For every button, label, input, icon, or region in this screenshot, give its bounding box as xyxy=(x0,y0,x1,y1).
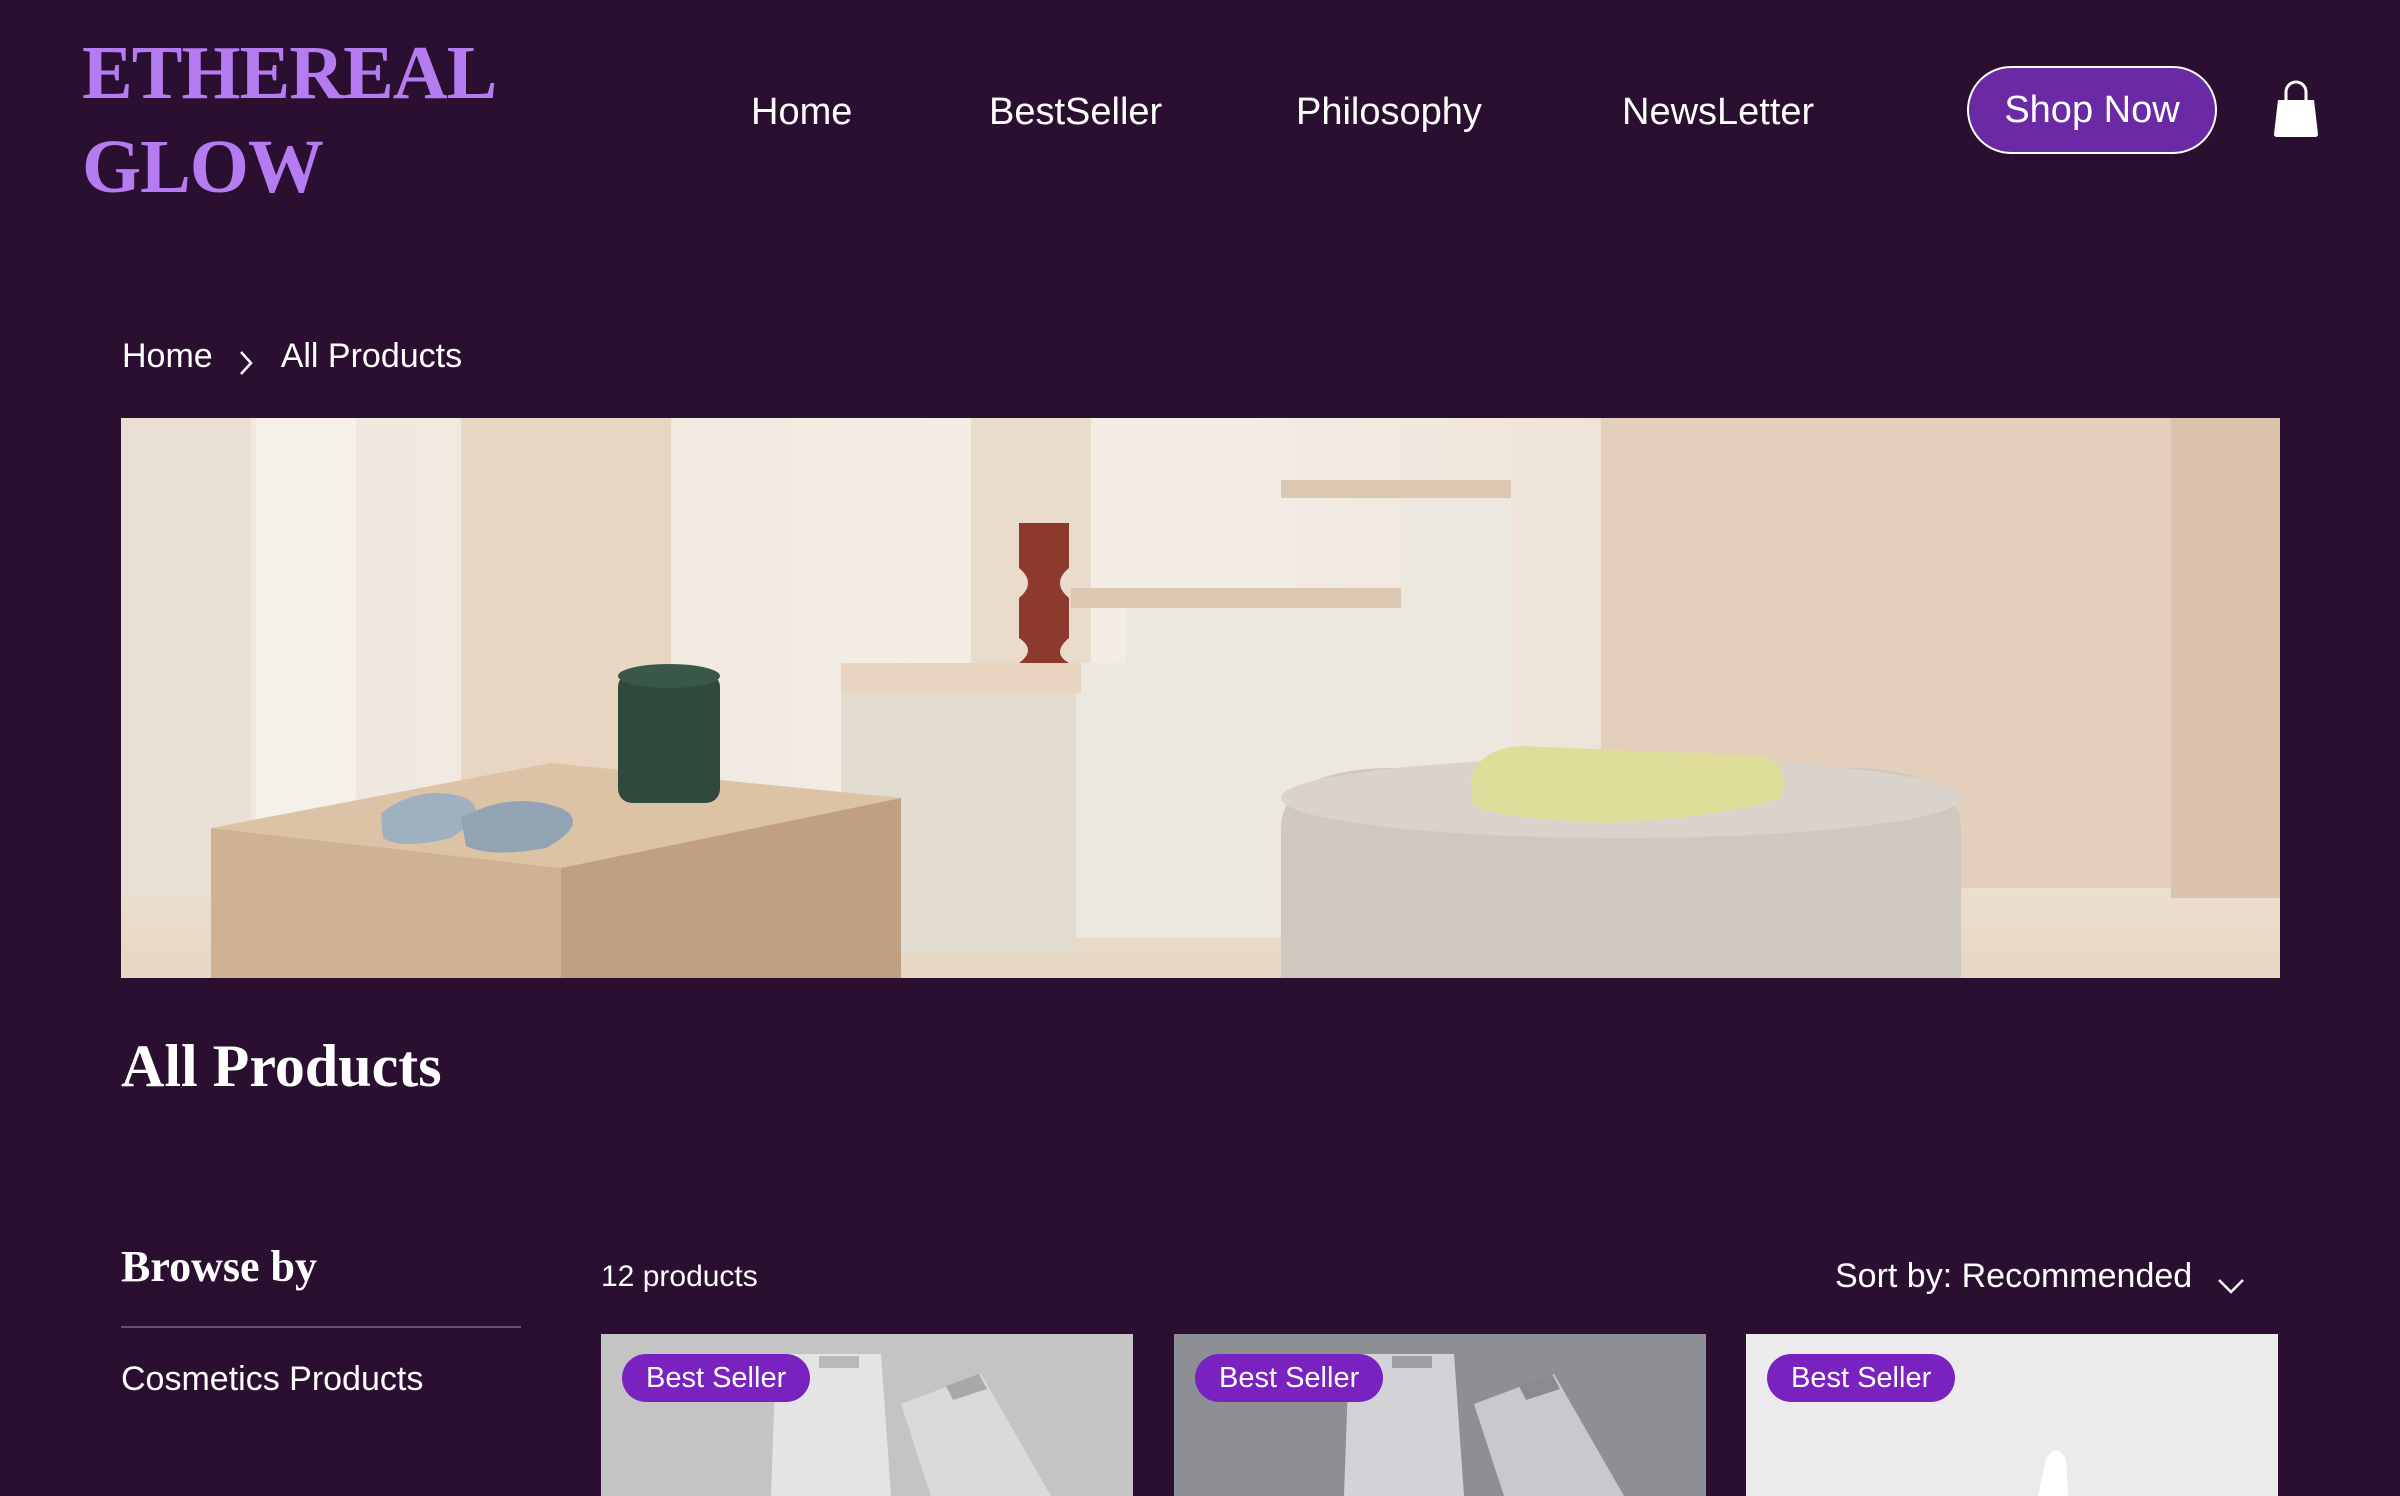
best-seller-badge: Best Seller xyxy=(622,1354,811,1402)
page-title: All Products xyxy=(121,1033,442,1099)
best-seller-badge: Best Seller xyxy=(1767,1354,1956,1402)
product-card[interactable]: Best Seller xyxy=(601,1334,1133,1496)
sort-dropdown[interactable]: Sort by: Recommended xyxy=(1835,1250,2246,1302)
chevron-right-icon xyxy=(235,341,257,375)
product-card[interactable]: Best Seller xyxy=(1746,1334,2278,1496)
best-seller-badge: Best Seller xyxy=(1195,1354,1384,1402)
nav-philosophy[interactable]: Philosophy xyxy=(1296,82,1482,142)
shopping-bag-icon[interactable] xyxy=(2272,80,2320,138)
product-count: 12 products xyxy=(601,1260,758,1293)
hero-banner-image xyxy=(121,418,2280,978)
category-cosmetics-products[interactable]: Cosmetics Products xyxy=(121,1354,423,1404)
shop-now-button[interactable]: Shop Now xyxy=(1967,66,2217,154)
sidebar-divider xyxy=(121,1326,521,1328)
nav-home[interactable]: Home xyxy=(751,82,852,142)
chevron-down-icon xyxy=(2216,1266,2246,1294)
breadcrumb-current: All Products xyxy=(280,337,463,375)
product-card[interactable]: Best Seller xyxy=(1174,1334,1706,1496)
breadcrumb-home[interactable]: Home xyxy=(122,330,213,382)
nav-bestseller[interactable]: BestSeller xyxy=(989,82,1162,142)
breadcrumb: Home All Products xyxy=(122,330,462,382)
sort-label: Sort by: Recommended xyxy=(1835,1256,2193,1295)
browse-by-title: Browse by xyxy=(121,1242,317,1291)
nav-newsletter[interactable]: NewsLetter xyxy=(1622,82,1814,142)
